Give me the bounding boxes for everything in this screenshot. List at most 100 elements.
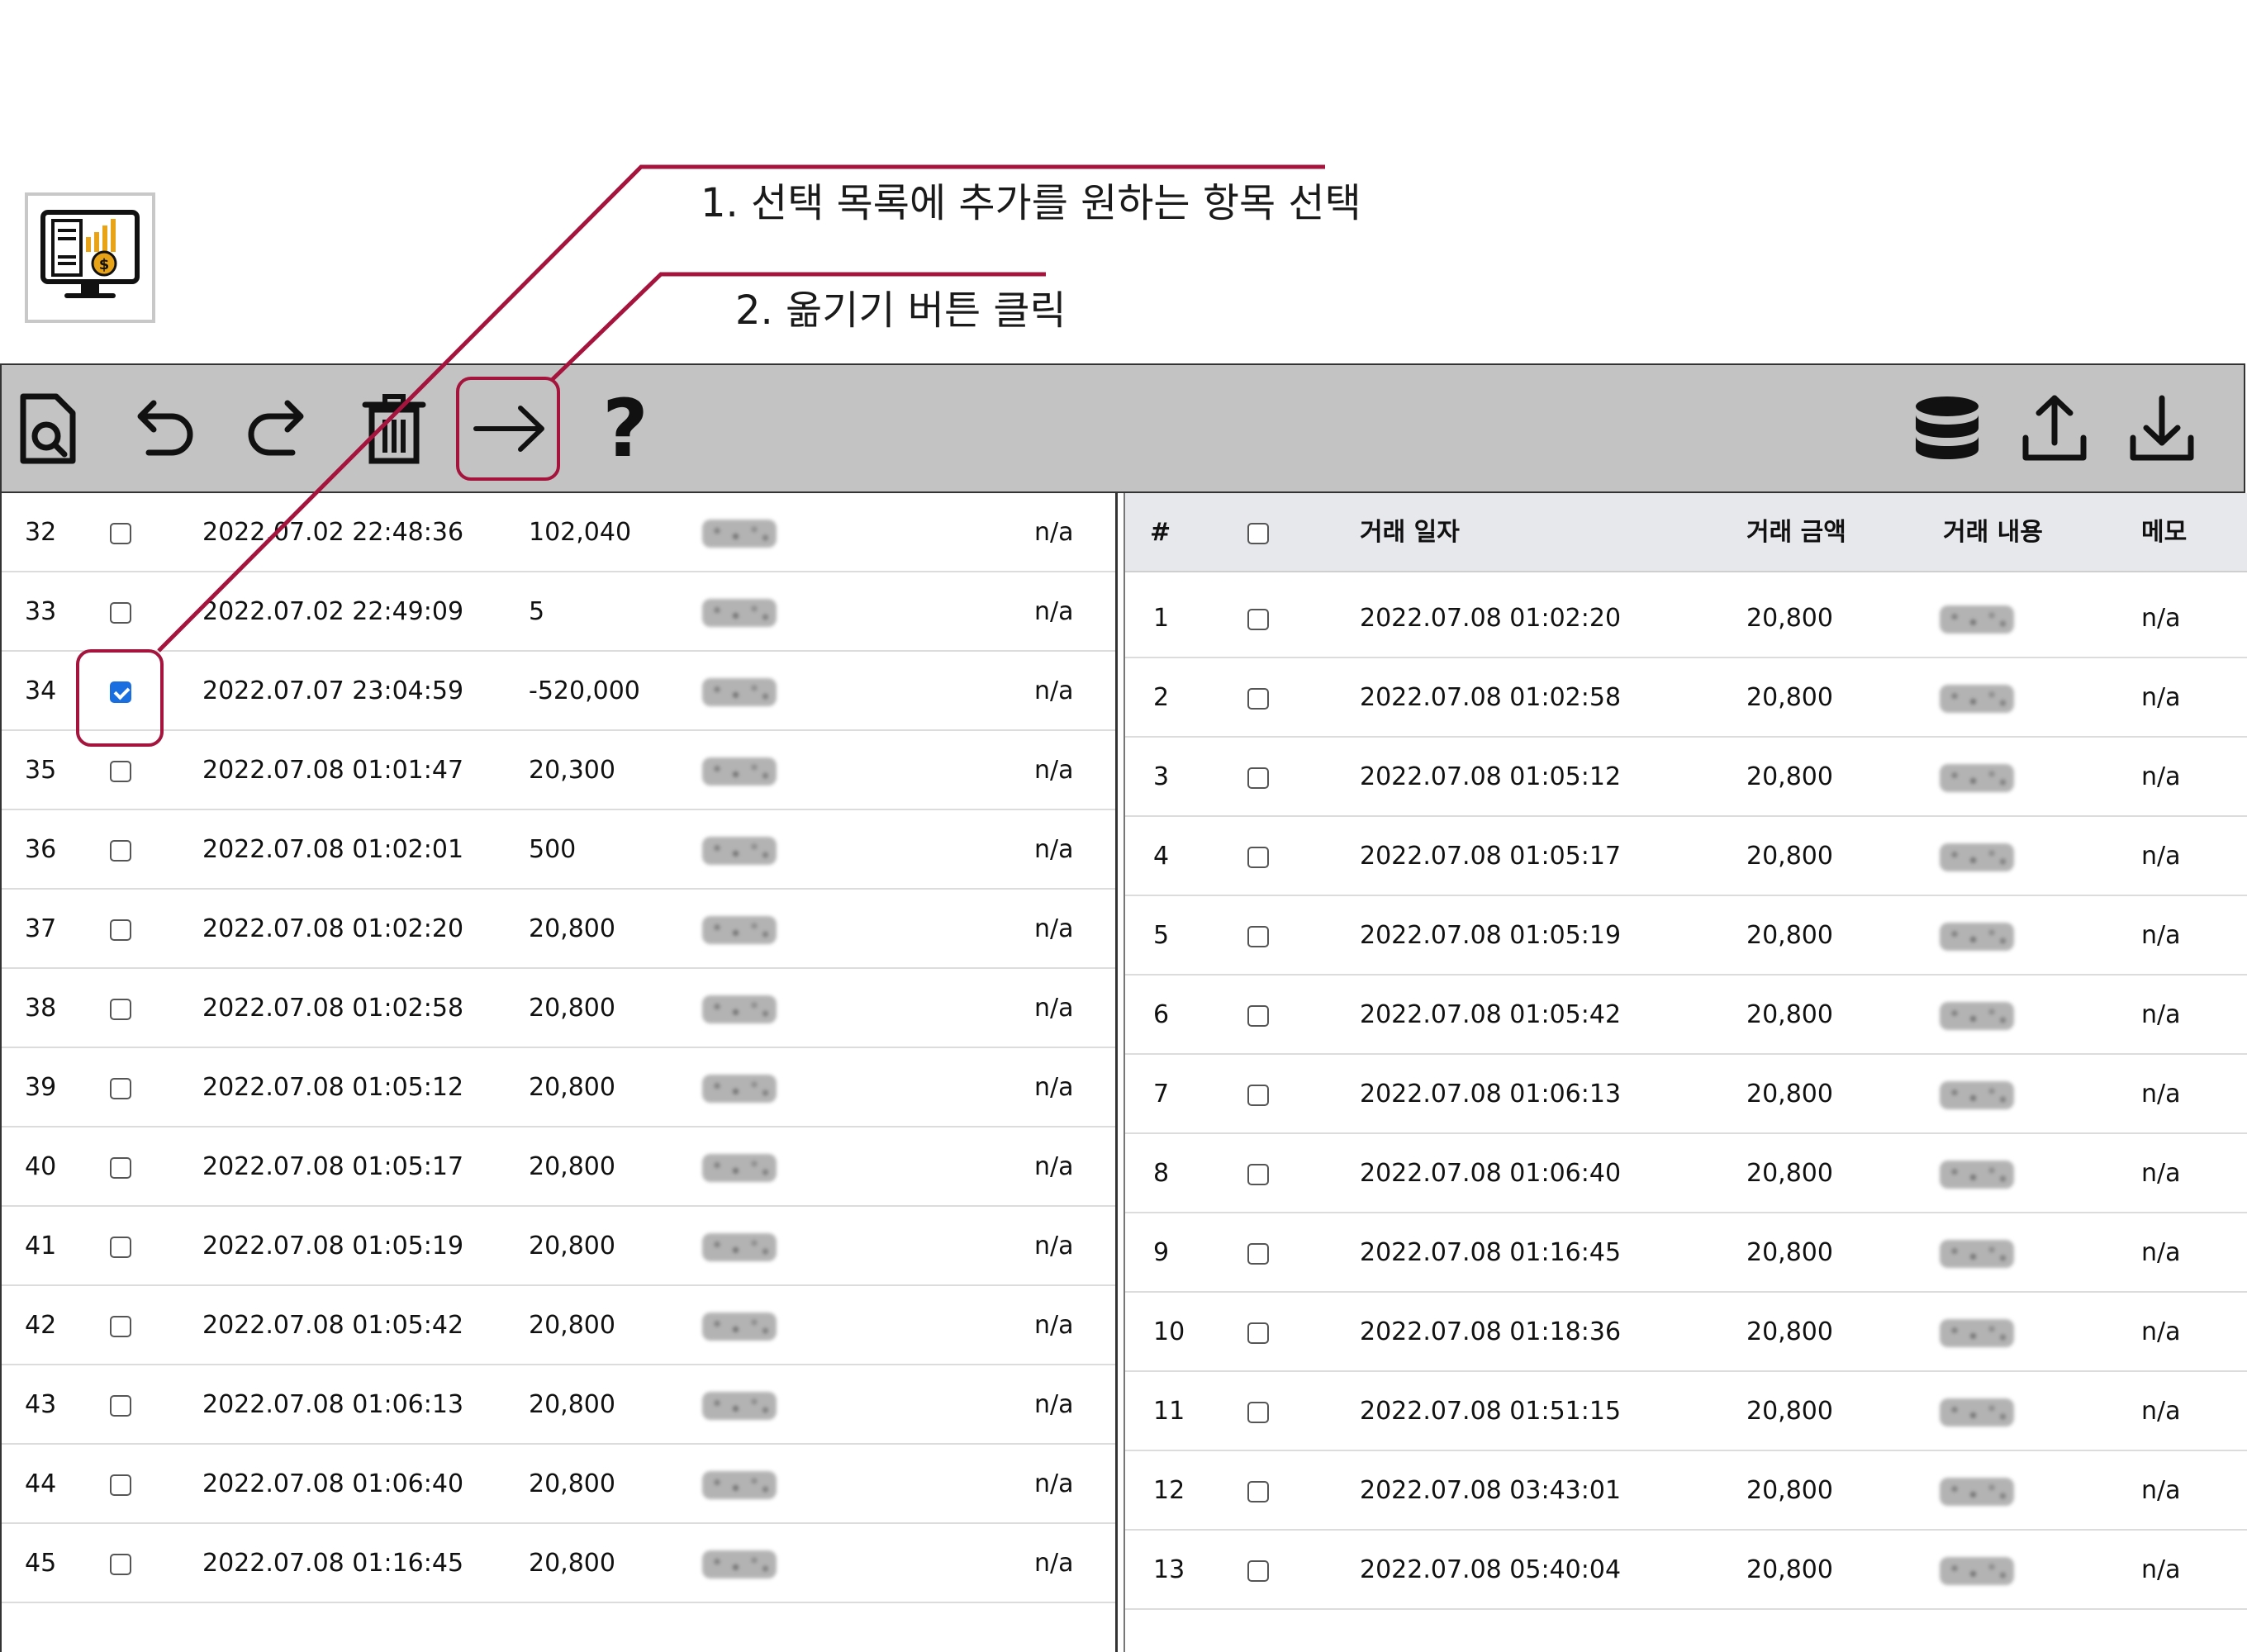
row-checkbox[interactable] (110, 1078, 131, 1099)
row-number: 6 (1153, 1000, 1170, 1029)
table-row[interactable]: 7 2022.07.08 01:06:13 20,800 n/a (1125, 1055, 2247, 1134)
table-row[interactable]: 41 2022.07.08 01:05:19 20,800 n/a (2, 1207, 1117, 1286)
table-row[interactable]: 32 2022.07.02 22:48:36 102,040 n/a (2, 493, 1117, 572)
row-checkbox[interactable] (1247, 1481, 1269, 1502)
row-checkbox[interactable] (1247, 847, 1269, 868)
row-checkbox[interactable] (110, 840, 131, 862)
row-checkbox[interactable] (1247, 1243, 1269, 1265)
row-checkbox[interactable] (110, 1474, 131, 1496)
table-row[interactable]: 9 2022.07.08 01:16:45 20,800 n/a (1125, 1213, 2247, 1293)
document-search-button[interactable] (3, 383, 94, 474)
row-checkbox[interactable] (110, 1316, 131, 1337)
row-checkbox[interactable] (1247, 609, 1269, 630)
table-row[interactable]: 10 2022.07.08 01:18:36 20,800 n/a (1125, 1293, 2247, 1372)
table-row[interactable]: 8 2022.07.08 01:06:40 20,800 n/a (1125, 1134, 2247, 1213)
row-checkbox[interactable] (110, 1395, 131, 1417)
table-row[interactable]: 11 2022.07.08 01:51:15 20,800 n/a (1125, 1372, 2247, 1451)
table-row[interactable]: 44 2022.07.08 01:06:40 20,800 n/a (2, 1445, 1117, 1524)
row-number: 41 (25, 1232, 57, 1260)
row-memo: n/a (2141, 604, 2181, 633)
row-memo: n/a (2141, 921, 2181, 950)
table-row[interactable]: 5 2022.07.08 01:05:19 20,800 n/a (1125, 896, 2247, 976)
row-number: 11 (1153, 1397, 1185, 1426)
table-row[interactable]: 2 2022.07.08 01:02:58 20,800 n/a (1125, 658, 2247, 738)
table-row[interactable]: 35 2022.07.08 01:01:47 20,300 n/a (2, 731, 1117, 810)
row-checkbox[interactable] (1247, 1402, 1269, 1423)
row-number: 45 (25, 1549, 57, 1578)
redacted-description (1940, 1240, 2014, 1268)
help-button[interactable]: ? (580, 383, 671, 474)
row-checkbox[interactable] (1247, 1322, 1269, 1344)
row-memo: n/a (1034, 518, 1074, 547)
row-amount: 20,800 (1746, 842, 1833, 871)
table-row[interactable]: 13 2022.07.08 05:40:04 20,800 n/a (1125, 1531, 2247, 1610)
table-row[interactable]: 38 2022.07.08 01:02:58 20,800 n/a (2, 969, 1117, 1048)
select-all-checkbox[interactable] (1247, 523, 1269, 544)
callout-step2: 2. 옮기기 버튼 클릭 (735, 287, 1066, 334)
row-memo: n/a (1034, 597, 1074, 626)
table-row[interactable]: 3 2022.07.08 01:05:12 20,800 n/a (1125, 738, 2247, 817)
row-date: 2022.07.08 01:18:36 (1360, 1317, 1622, 1346)
row-number: 43 (25, 1390, 57, 1419)
table-row[interactable]: 39 2022.07.08 01:05:12 20,800 n/a (2, 1048, 1117, 1127)
table-row[interactable]: 1 2022.07.08 01:02:20 20,800 n/a (1125, 579, 2247, 658)
row-checkbox[interactable] (1247, 688, 1269, 710)
row-amount: 20,800 (529, 1311, 615, 1340)
row-checkbox[interactable] (110, 602, 131, 624)
row-date: 2022.07.08 01:16:45 (1360, 1238, 1622, 1267)
row-amount: 20,800 (529, 1073, 615, 1102)
table-row[interactable]: 40 2022.07.08 01:05:17 20,800 n/a (2, 1127, 1117, 1207)
row-checkbox[interactable] (1247, 1560, 1269, 1582)
table-row[interactable]: 43 2022.07.08 01:06:13 20,800 n/a (2, 1365, 1117, 1445)
redo-button[interactable] (233, 383, 324, 474)
row-amount: 20,800 (1746, 604, 1833, 633)
download-button[interactable] (2116, 383, 2207, 474)
row-amount: 20,800 (1746, 1000, 1833, 1029)
header-date[interactable]: 거래 일자 (1360, 493, 1460, 572)
row-number: 32 (25, 518, 57, 547)
row-checkbox[interactable] (110, 1554, 131, 1575)
row-number: 34 (25, 676, 57, 705)
row-checkbox[interactable] (110, 1237, 131, 1258)
row-memo: n/a (1034, 835, 1074, 864)
trash-icon (362, 394, 426, 464)
redacted-description (1940, 1319, 2014, 1347)
row-checkbox[interactable] (110, 1157, 131, 1179)
table-row[interactable]: 6 2022.07.08 01:05:42 20,800 n/a (1125, 976, 2247, 1055)
row-checkbox[interactable] (1247, 1164, 1269, 1185)
row-number: 40 (25, 1152, 57, 1181)
callout-step1: 1. 선택 목록에 추가를 원하는 항목 선택 (701, 180, 1361, 226)
table-row[interactable]: 42 2022.07.08 01:05:42 20,800 n/a (2, 1286, 1117, 1365)
table-row[interactable]: 36 2022.07.08 01:02:01 500 n/a (2, 810, 1117, 890)
row-amount: 20,800 (529, 1152, 615, 1181)
table-row[interactable]: 34 2022.07.07 23:04:59 -520,000 n/a (2, 652, 1117, 731)
table-row[interactable]: 37 2022.07.08 01:02:20 20,800 n/a (2, 890, 1117, 969)
row-checkbox[interactable] (110, 999, 131, 1020)
undo-button[interactable] (117, 383, 208, 474)
row-checkbox[interactable] (110, 761, 131, 782)
row-checkbox[interactable] (1247, 1005, 1269, 1027)
table-row[interactable]: 45 2022.07.08 01:16:45 20,800 n/a (2, 1524, 1117, 1603)
row-date: 2022.07.08 01:05:19 (1360, 921, 1622, 950)
header-amount[interactable]: 거래 금액 (1746, 493, 1846, 572)
row-number: 36 (25, 835, 57, 864)
row-number: 37 (25, 914, 57, 943)
table-row[interactable]: 12 2022.07.08 03:43:01 20,800 n/a (1125, 1451, 2247, 1531)
row-number: 35 (25, 756, 57, 785)
header-desc[interactable]: 거래 내용 (1943, 493, 2043, 572)
row-checkbox[interactable] (110, 919, 131, 941)
table-row[interactable]: 33 2022.07.02 22:49:09 5 n/a (2, 572, 1117, 652)
header-memo[interactable]: 메모 (2141, 493, 2187, 572)
upload-button[interactable] (2009, 383, 2100, 474)
table-row[interactable]: 4 2022.07.08 01:05:17 20,800 n/a (1125, 817, 2247, 896)
row-amount: 20,800 (1746, 1555, 1833, 1584)
row-date: 2022.07.08 01:05:17 (202, 1152, 464, 1181)
redacted-description (1940, 685, 2014, 713)
delete-button[interactable] (349, 383, 439, 474)
row-checkbox[interactable] (1247, 767, 1269, 789)
row-memo: n/a (2141, 762, 2181, 791)
row-checkbox[interactable] (1247, 1085, 1269, 1106)
row-checkbox[interactable] (1247, 926, 1269, 947)
row-checkbox[interactable] (110, 523, 131, 544)
database-button[interactable] (1902, 383, 1993, 474)
